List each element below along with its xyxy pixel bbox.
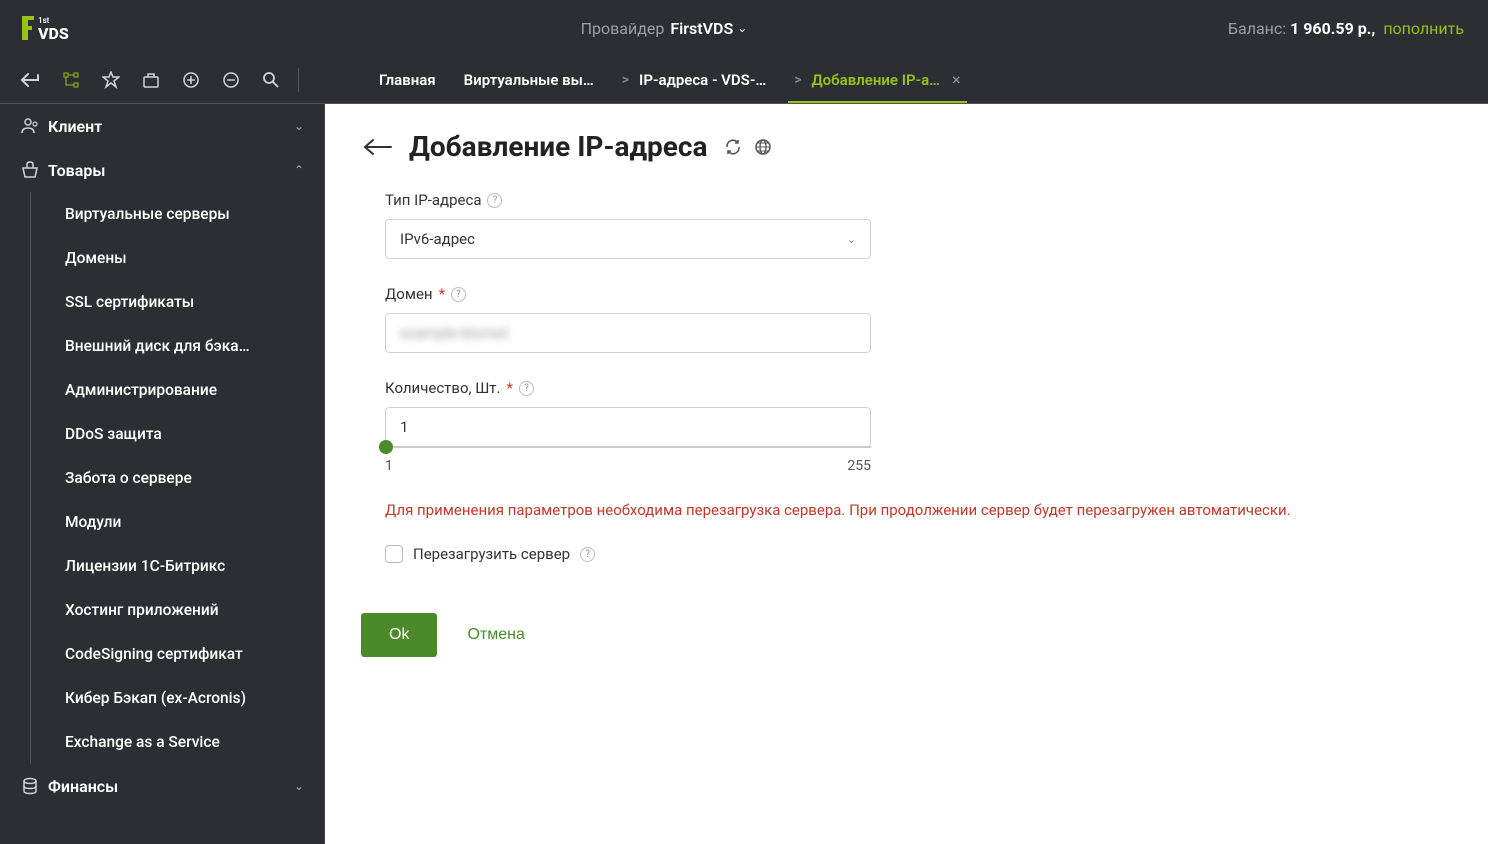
toolbar: Главная Виртуальные вы… > IP-адреса - VD… bbox=[0, 56, 1488, 104]
minus-circle-icon[interactable] bbox=[214, 63, 248, 97]
field-domain: Домен* ? example-blurred bbox=[385, 285, 1421, 353]
toolbar-divider bbox=[298, 68, 299, 92]
required-marker: * bbox=[439, 285, 445, 303]
close-icon[interactable]: × bbox=[952, 70, 961, 89]
page-header-icons bbox=[723, 137, 773, 157]
database-icon bbox=[20, 776, 48, 796]
field-quantity: Количество, Шт.* ? 1 1 255 bbox=[385, 379, 1421, 474]
balance-display: Баланс: 1 960.59 р., пополнить bbox=[1228, 19, 1464, 38]
tab-main[interactable]: Главная bbox=[365, 56, 450, 103]
cancel-button[interactable]: Отмена bbox=[467, 626, 524, 644]
top-header: 1st VDS Провайдер FirstVDS ⌄ Баланс: 1 9… bbox=[0, 0, 1488, 56]
globe-icon[interactable] bbox=[753, 137, 773, 157]
sidebar-item-client[interactable]: Клиент ⌄ bbox=[0, 104, 324, 148]
ok-button[interactable]: Ok bbox=[361, 613, 437, 657]
help-icon[interactable]: ? bbox=[487, 193, 502, 208]
tabs-bar: Главная Виртуальные вы… > IP-адреса - VD… bbox=[325, 56, 1488, 103]
sidebar-sub-codesigning[interactable]: CodeSigning сертификат bbox=[41, 632, 324, 676]
svg-text:VDS: VDS bbox=[38, 24, 69, 43]
tab-add-ip[interactable]: > Добавление IP-а… × bbox=[780, 56, 974, 103]
chevron-down-icon: ⌄ bbox=[294, 119, 304, 133]
help-icon[interactable]: ? bbox=[451, 287, 466, 302]
tree-icon[interactable] bbox=[54, 63, 88, 97]
toolbar-icon-group bbox=[0, 63, 325, 97]
chevron-down-icon: ⌄ bbox=[737, 21, 747, 35]
sidebar-sub-exchange[interactable]: Exchange as a Service bbox=[41, 720, 324, 764]
ip-type-select[interactable]: IPv6-адрес ⌄ bbox=[385, 219, 871, 259]
breadcrumb-chevron-icon: > bbox=[794, 72, 801, 88]
select-value: IPv6-адрес bbox=[400, 230, 475, 248]
provider-label: Провайдер bbox=[581, 19, 665, 38]
reboot-checkbox-row: Перезагрузить сервер ? bbox=[385, 545, 1421, 563]
sidebar-item-label: Клиент bbox=[48, 117, 294, 136]
help-icon[interactable]: ? bbox=[519, 381, 534, 396]
field-label: Домен* ? bbox=[385, 285, 1421, 303]
form-buttons: Ok Отмена bbox=[361, 613, 1421, 657]
quantity-slider[interactable] bbox=[385, 446, 871, 448]
tab-label: Добавление IP-а… bbox=[811, 71, 940, 89]
chevron-down-icon: ⌄ bbox=[294, 779, 304, 793]
sidebar-sub-server-care[interactable]: Забота о сервере bbox=[41, 456, 324, 500]
chevron-up-icon: ⌃ bbox=[294, 163, 304, 177]
logo[interactable]: 1st VDS bbox=[20, 12, 100, 44]
required-marker: * bbox=[506, 379, 512, 397]
sidebar-sub-external-disk[interactable]: Внешний диск для бэка… bbox=[41, 324, 324, 368]
help-icon[interactable]: ? bbox=[580, 547, 595, 562]
sidebar-item-products[interactable]: Товары ⌃ bbox=[0, 148, 324, 192]
tab-label: IP-адреса - VDS-… bbox=[639, 71, 766, 89]
page-title: Добавление IP-адреса bbox=[409, 130, 707, 163]
slider-handle[interactable] bbox=[379, 440, 393, 454]
user-icon bbox=[20, 116, 48, 136]
domain-input[interactable]: example-blurred bbox=[385, 313, 871, 353]
sidebar-sub-bitrix[interactable]: Лицензии 1С-Битрикс bbox=[41, 544, 324, 588]
slider-min: 1 bbox=[385, 458, 393, 474]
reboot-label: Перезагрузить сервер bbox=[413, 545, 570, 563]
sidebar-sub-products: Виртуальные серверы Домены SSL сертифика… bbox=[30, 192, 324, 764]
star-icon[interactable] bbox=[94, 63, 128, 97]
sidebar-sub-ddos[interactable]: DDoS защита bbox=[41, 412, 324, 456]
sidebar: Клиент ⌄ Товары ⌃ Виртуальные серверы До… bbox=[0, 104, 325, 844]
sidebar-item-label: Финансы bbox=[48, 777, 294, 796]
sidebar-sub-virtual-servers[interactable]: Виртуальные серверы bbox=[41, 192, 324, 236]
sidebar-sub-app-hosting[interactable]: Хостинг приложений bbox=[41, 588, 324, 632]
tab-ipaddresses[interactable]: > IP-адреса - VDS-… bbox=[608, 56, 780, 103]
tab-label: Главная bbox=[379, 71, 436, 89]
field-ip-type: Тип IP-адреса ? IPv6-адрес ⌄ bbox=[385, 191, 1421, 259]
briefcase-icon[interactable] bbox=[134, 63, 168, 97]
sidebar-sub-domains[interactable]: Домены bbox=[41, 236, 324, 280]
domain-value-blurred: example-blurred bbox=[400, 324, 508, 342]
breadcrumb-chevron-icon: > bbox=[622, 72, 629, 88]
reboot-checkbox[interactable] bbox=[385, 545, 403, 563]
slider-range: 1 255 bbox=[385, 458, 871, 474]
page-header: Добавление IP-адреса bbox=[361, 130, 1452, 163]
field-label: Тип IP-адреса ? bbox=[385, 191, 1421, 209]
back-arrow-icon[interactable] bbox=[14, 63, 48, 97]
sidebar-item-finance[interactable]: Финансы ⌄ bbox=[0, 764, 324, 808]
field-label: Количество, Шт.* ? bbox=[385, 379, 1421, 397]
balance-label: Баланс: bbox=[1228, 19, 1286, 38]
quantity-value: 1 bbox=[400, 418, 408, 436]
form: Тип IP-адреса ? IPv6-адрес ⌄ Домен* ? ex… bbox=[361, 191, 1421, 657]
tab-label: Виртуальные вы… bbox=[464, 71, 594, 89]
refresh-icon[interactable] bbox=[723, 137, 743, 157]
sidebar-sub-admin[interactable]: Администрирование bbox=[41, 368, 324, 412]
sidebar-sub-ssl[interactable]: SSL сертификаты bbox=[41, 280, 324, 324]
search-icon[interactable] bbox=[254, 63, 288, 97]
sidebar-sub-modules[interactable]: Модули bbox=[41, 500, 324, 544]
back-button[interactable] bbox=[361, 137, 393, 157]
tab-virtual[interactable]: Виртуальные вы… bbox=[450, 56, 608, 103]
sidebar-sub-cyber-backup[interactable]: Кибер Бэкап (ex-Acronis) bbox=[41, 676, 324, 720]
topup-link[interactable]: пополнить bbox=[1383, 19, 1464, 38]
provider-name: FirstVDS bbox=[670, 19, 733, 38]
content-area: Добавление IP-адреса Тип IP-адреса ? IPv… bbox=[325, 104, 1488, 844]
sidebar-item-label: Товары bbox=[48, 161, 294, 180]
basket-icon bbox=[20, 160, 48, 180]
slider-max: 255 bbox=[847, 458, 871, 474]
warning-text: Для применения параметров необходима пер… bbox=[385, 500, 1421, 521]
plus-circle-icon[interactable] bbox=[174, 63, 208, 97]
quantity-input[interactable]: 1 bbox=[385, 407, 871, 447]
chevron-down-icon: ⌄ bbox=[847, 233, 856, 246]
provider-selector[interactable]: Провайдер FirstVDS ⌄ bbox=[100, 19, 1228, 38]
balance-value: 1 960.59 р., bbox=[1290, 19, 1375, 38]
